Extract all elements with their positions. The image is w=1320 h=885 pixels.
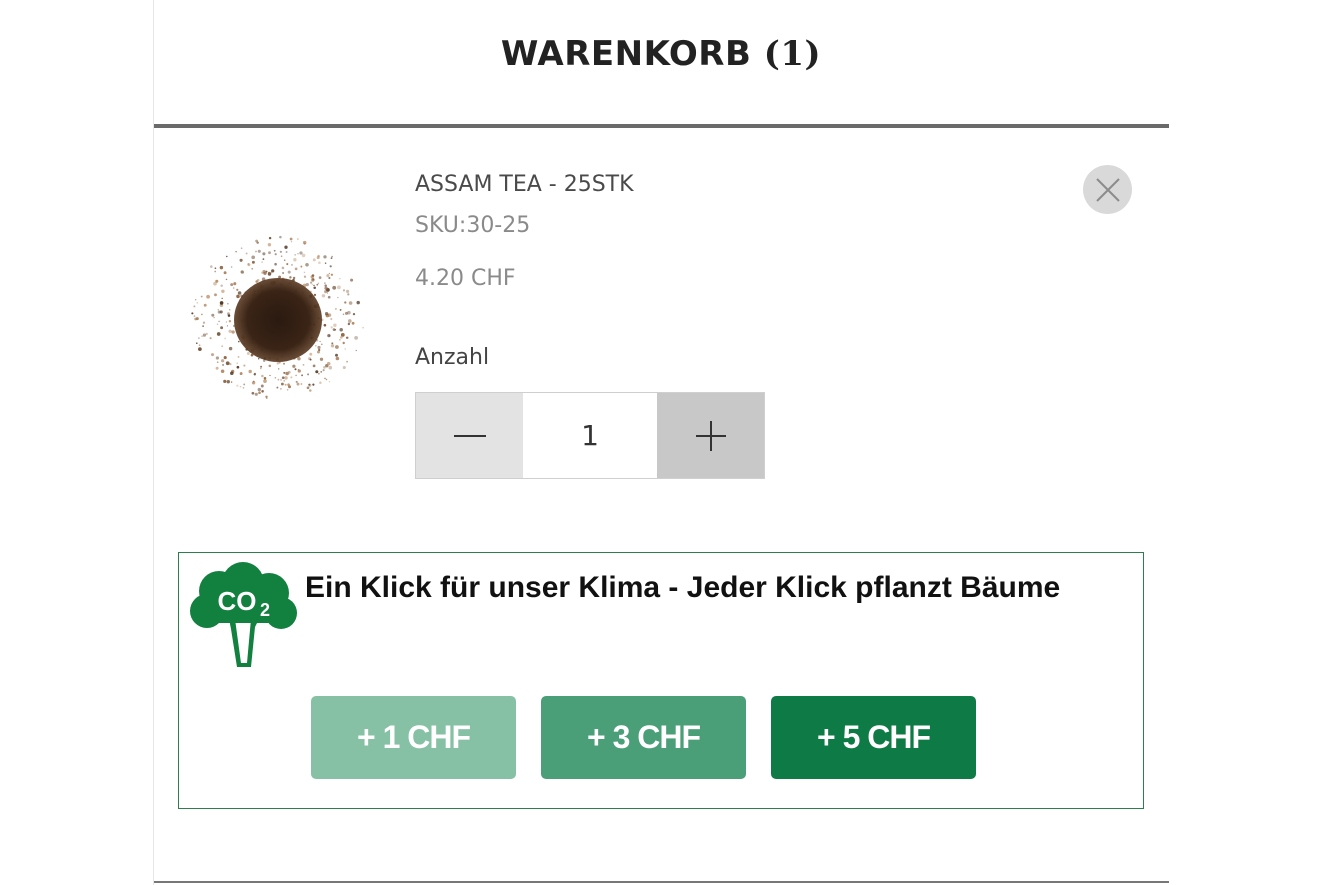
donate-3-chf-button[interactable]: + 3 CHF	[541, 696, 746, 779]
plus-icon	[695, 420, 726, 451]
climate-donation-box: CO 2 Ein Klick für unser Klima - Jeder K…	[178, 552, 1144, 809]
donate-1-chf-button[interactable]: + 1 CHF	[311, 696, 516, 779]
svg-text:2: 2	[260, 600, 270, 620]
quantity-value[interactable]: 1	[523, 393, 657, 478]
co2-tree-icon: CO 2	[190, 562, 297, 667]
cart-title: WARENKORB (1)	[154, 34, 1168, 74]
close-icon	[1095, 177, 1120, 202]
cart-panel: WARENKORB (1) ASSAM TEA - 25STK SKU:30-2…	[153, 0, 1169, 885]
minus-icon	[453, 434, 486, 437]
donate-5-chf-button[interactable]: + 5 CHF	[771, 696, 976, 779]
quantity-stepper: 1	[415, 392, 765, 479]
product-price: 4.20 CHF	[415, 266, 516, 291]
quantity-increase-button[interactable]	[657, 393, 764, 478]
product-name: ASSAM TEA - 25STK	[415, 172, 634, 197]
quantity-label: Anzahl	[415, 345, 490, 370]
bottom-divider	[154, 881, 1169, 883]
quantity-decrease-button[interactable]	[416, 393, 523, 478]
cart-count: (1)	[763, 34, 822, 74]
product-sku: SKU:30-25	[415, 213, 531, 238]
remove-item-button[interactable]	[1083, 165, 1132, 214]
cart-title-label: WARENKORB	[500, 34, 752, 74]
header-divider	[154, 124, 1169, 128]
product-image	[190, 228, 370, 400]
climate-message: Ein Klick für unser Klima - Jeder Klick …	[305, 571, 1061, 604]
co2-icon-label: CO	[218, 586, 257, 616]
